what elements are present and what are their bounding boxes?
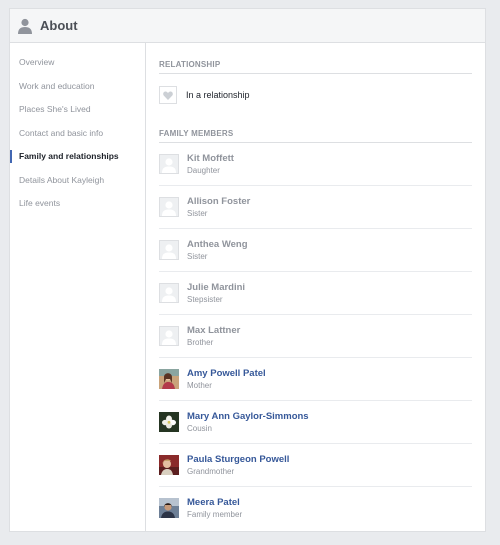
profile-photo[interactable] bbox=[159, 369, 179, 389]
person-icon bbox=[18, 18, 32, 34]
member-relation: Family member bbox=[187, 509, 243, 519]
member-relation: Brother bbox=[187, 337, 214, 347]
family-section-title: FAMILY MEMBERS bbox=[159, 129, 472, 143]
family-member: Julie Mardini Stepsister bbox=[159, 272, 472, 315]
family-member: Meera Patel Family member bbox=[159, 487, 472, 529]
member-name: Julie Mardini bbox=[187, 281, 246, 293]
member-name: Anthea Weng bbox=[187, 238, 248, 250]
family-member: Kit Moffett Daughter bbox=[159, 143, 472, 186]
about-card: About Overview Work and education Places… bbox=[9, 8, 486, 532]
family-member: Allison Foster Sister bbox=[159, 186, 472, 229]
family-member: Paula Sturgeon Powell Grandmother bbox=[159, 444, 472, 487]
member-name-link[interactable]: Paula Sturgeon Powell bbox=[187, 454, 289, 466]
family-member: Mary Ann Gaylor-Simmons Cousin bbox=[159, 401, 472, 444]
relationship-row: In a relationship bbox=[159, 77, 472, 113]
avatar-placeholder-icon bbox=[159, 154, 179, 174]
family-member: Anthea Weng Sister bbox=[159, 229, 472, 272]
sidebar-item-overview[interactable]: Overview bbox=[10, 51, 145, 75]
family-members-list: Kit Moffett Daughter Allison Foster Sist… bbox=[159, 143, 472, 529]
family-member: Max Lattner Brother bbox=[159, 315, 472, 358]
sidebar-item-details[interactable]: Details About Kayleigh bbox=[10, 169, 145, 193]
member-relation: Mother bbox=[187, 380, 212, 390]
family-member: Amy Powell Patel Mother bbox=[159, 358, 472, 401]
avatar-placeholder-icon bbox=[159, 240, 179, 260]
sidebar-item-places-lived[interactable]: Places She's Lived bbox=[10, 98, 145, 122]
page-title: About bbox=[40, 18, 78, 33]
profile-photo[interactable] bbox=[159, 455, 179, 475]
member-name: Allison Foster bbox=[187, 195, 251, 207]
member-name-link[interactable]: Meera Patel bbox=[187, 497, 242, 509]
avatar-placeholder-icon bbox=[159, 197, 179, 217]
heart-icon bbox=[159, 86, 177, 104]
member-name-link[interactable]: Amy Powell Patel bbox=[187, 368, 266, 380]
member-name: Max Lattner bbox=[187, 324, 241, 336]
sidebar-item-life-events[interactable]: Life events bbox=[10, 192, 145, 216]
member-name: Kit Moffett bbox=[187, 152, 234, 164]
profile-photo[interactable] bbox=[159, 412, 179, 432]
relationship-section-title: RELATIONSHIP bbox=[159, 60, 472, 74]
about-content: RELATIONSHIP In a relationship FAMILY ME… bbox=[146, 42, 485, 531]
member-relation: Cousin bbox=[187, 423, 212, 433]
about-sidebar: Overview Work and education Places She's… bbox=[10, 42, 146, 531]
profile-photo[interactable] bbox=[159, 498, 179, 518]
sidebar-item-family-relationships[interactable]: Family and relationships bbox=[10, 145, 145, 169]
sidebar-item-work-education[interactable]: Work and education bbox=[10, 75, 145, 99]
avatar-placeholder-icon bbox=[159, 326, 179, 346]
member-relation: Stepsister bbox=[187, 294, 223, 304]
member-relation: Sister bbox=[187, 208, 208, 218]
sidebar-item-contact-info[interactable]: Contact and basic info bbox=[10, 122, 145, 146]
member-relation: Sister bbox=[187, 251, 208, 261]
member-name-link[interactable]: Mary Ann Gaylor-Simmons bbox=[187, 411, 309, 423]
avatar-placeholder-icon bbox=[159, 283, 179, 303]
member-relation: Grandmother bbox=[187, 466, 235, 476]
about-header: About bbox=[10, 9, 485, 43]
relationship-status: In a relationship bbox=[186, 90, 250, 100]
member-relation: Daughter bbox=[187, 165, 220, 175]
